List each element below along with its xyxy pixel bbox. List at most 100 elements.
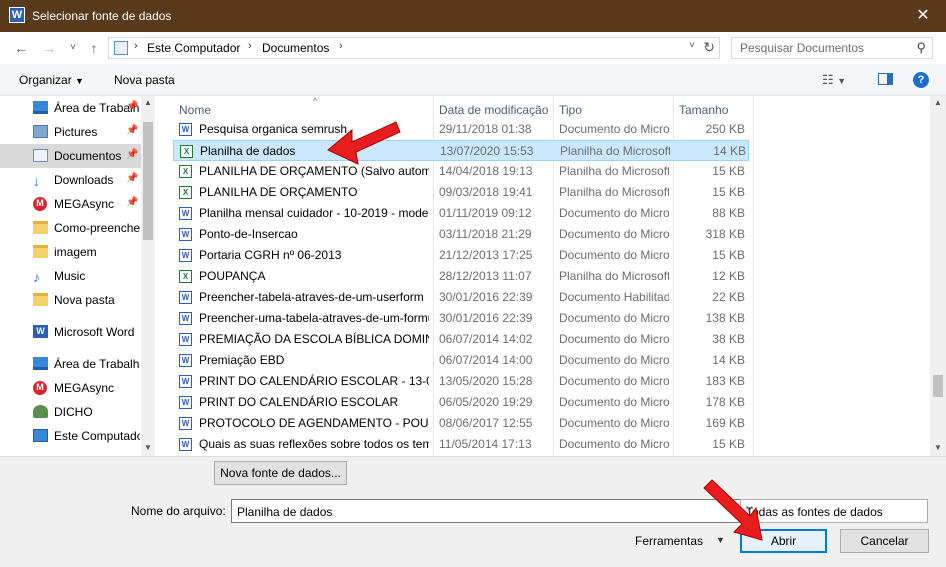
file-row[interactable]: XPLANILHA DE ORÇAMENTO (Salvo automatica…	[173, 161, 749, 182]
forward-icon[interactable]: →	[40, 39, 58, 57]
file-row[interactable]: X POUPANÇA 28/12/2013 11:07 Planilha do Mic…	[173, 266, 749, 287]
file-date: 29/11/2018 01:38	[439, 122, 532, 136]
filename-value: Planilha de dados	[237, 505, 333, 519]
preview-pane-icon[interactable]	[878, 73, 893, 85]
search-icon[interactable]: ⚲	[916, 40, 926, 56]
tools-button[interactable]: Ferramentas	[635, 534, 703, 548]
file-row[interactable]: X PLANILHA DE ORÇAMENTO 09/03/2018 19:41 Pl…	[173, 182, 749, 203]
file-type: Documento Habilitado para Macro	[559, 290, 669, 304]
file-size: 38 KB	[712, 332, 745, 346]
file-row[interactable]: W Quais as suas reflexões sobre todos os …	[173, 434, 749, 455]
breadcrumb-separator-icon[interactable]: ›	[339, 40, 343, 52]
pin-icon: 📌	[126, 149, 139, 160]
file-size: 15 KB	[712, 164, 745, 178]
recent-locations-icon[interactable]: ˅	[64, 39, 82, 57]
file-type: Documento do Microsoft Word	[559, 227, 669, 241]
excel-file-icon: X	[179, 165, 192, 178]
file-row[interactable]: W Ponto-de-Insercao 03/11/2018 21:29 Docume…	[173, 224, 749, 245]
file-date: 30/01/2016 22:39	[439, 290, 533, 304]
column-divider[interactable]	[753, 96, 754, 456]
file-row[interactable]: W Pesquisa organica semrush 29/11/2018 01:…	[173, 119, 749, 140]
address-dropdown-icon[interactable]: ˅	[689, 40, 695, 51]
file-row[interactable]: X Planilha de dados 13/07/2020 15:53 Planil…	[173, 140, 749, 161]
sidebar-item[interactable]: DICHO	[0, 400, 141, 424]
organize-button[interactable]: Organizar ▼	[19, 73, 84, 87]
sidebar-item[interactable]: ↓ Downloads 📌	[0, 168, 141, 192]
scrollbar-thumb[interactable]	[933, 375, 943, 397]
sidebar-item[interactable]: Área de Trabalho 📌	[0, 96, 141, 120]
file-row[interactable]: W Portaria CGRH nº 06-2013 21/12/2013 17:2…	[173, 245, 749, 266]
file-list-scrollbar[interactable]: ▲ ▼	[930, 96, 946, 456]
view-options-icon[interactable]: ☷ ▼	[822, 72, 846, 88]
sidebar-item[interactable]: Documentos 📌	[0, 144, 141, 168]
up-folder-icon[interactable]: ↑	[85, 39, 103, 57]
scroll-down-icon[interactable]: ▼	[144, 443, 152, 452]
file-name: PRINT DO CALENDÁRIO ESCOLAR	[199, 395, 399, 409]
file-row[interactable]: W PRINT DO CALENDÁRIO ESCOLAR 06/05/2020 1…	[173, 392, 749, 413]
chevron-down-icon: ▼	[75, 76, 84, 86]
scroll-down-icon[interactable]: ▼	[934, 443, 942, 452]
sidebar-item-label: Microsoft Word	[54, 325, 135, 339]
refresh-icon[interactable]: ↻	[703, 39, 715, 56]
file-type: Planilha do Microsoft Excel	[559, 185, 669, 199]
search-box[interactable]: Pesquisar Documentos ⚲	[731, 37, 933, 59]
window-title: Selecionar fonte de dados	[32, 9, 172, 23]
breadcrumb-este-computador[interactable]: Este Computador	[147, 41, 240, 55]
sidebar-item[interactable]: ♪ Music	[0, 264, 141, 288]
breadcrumb-documentos[interactable]: Documentos	[262, 41, 329, 55]
scroll-up-icon[interactable]: ▲	[144, 98, 152, 107]
navigation-pane-scrollbar[interactable]: ▲ ▼	[141, 96, 155, 456]
file-type: Documento do Microsoft Word	[559, 395, 669, 409]
file-size: 22 KB	[712, 290, 745, 304]
sidebar-item[interactable]: Nova pasta	[0, 288, 141, 312]
pin-icon: 📌	[126, 197, 139, 208]
file-row[interactable]: W Preencher-tabela-atraves-de-um-userform…	[173, 287, 749, 308]
file-date: 01/11/2019 09:12	[439, 206, 532, 220]
new-data-source-button[interactable]: Nova fonte de dados...	[214, 461, 347, 485]
sidebar-item[interactable]: W Microsoft Word	[0, 320, 141, 344]
sidebar-item[interactable]: M MEGAsync 📌	[0, 192, 141, 216]
scrollbar-thumb[interactable]	[143, 122, 153, 240]
pin-icon: 📌	[126, 101, 139, 112]
file-date: 03/11/2018 21:29	[439, 227, 532, 241]
search-input[interactable]: Pesquisar Documentos	[740, 41, 864, 55]
file-row[interactable]: W PROTOCOLO DE AGENDAMENTO - POUPANÇA 08/0…	[173, 413, 749, 434]
file-row[interactable]: W PRINT DO CALENDÁRIO ESCOLAR - 13-05-202…	[173, 371, 749, 392]
file-row[interactable]: W Premiação EBD 06/07/2014 14:00 Documento …	[173, 350, 749, 371]
filename-label: Nome do arquivo:	[131, 504, 226, 518]
sidebar-item[interactable]: Pictures 📌	[0, 120, 141, 144]
file-row[interactable]: W PREMIAÇÃO DA ESCOLA BÍBLICA DOMINICAL 06…	[173, 329, 749, 350]
file-size: 318 KB	[705, 227, 745, 241]
sidebar-item-label: Como-preencher	[54, 221, 140, 235]
sidebar-item-label: imagem	[54, 245, 97, 259]
breadcrumb-separator-icon[interactable]: ›	[248, 40, 252, 52]
sidebar-item[interactable]: M MEGAsync	[0, 376, 141, 400]
close-button[interactable]: ✕	[900, 0, 946, 32]
sidebar-item-label: Área de Trabalho	[54, 357, 140, 371]
sidebar-item[interactable]: imagem	[0, 240, 141, 264]
filename-field[interactable]: Planilha de dados	[231, 499, 745, 523]
breadcrumb-separator-icon[interactable]: ›	[134, 40, 138, 52]
sidebar-item[interactable]: Área de Trabalho	[0, 352, 141, 376]
file-size: 15 KB	[712, 185, 745, 199]
desktop-icon	[33, 357, 48, 370]
word-file-icon: W	[179, 417, 192, 430]
file-row[interactable]: W Planilha mensal cuidador - 10-2019 - mo…	[173, 203, 749, 224]
sidebar-item[interactable]: Como-preencher	[0, 216, 141, 240]
sidebar-item-label: MEGAsync	[54, 381, 115, 395]
sidebar-item-label: Este Computador	[54, 429, 140, 443]
excel-file-icon: X	[179, 186, 192, 199]
file-type: Planilha do Microsoft Excel	[559, 269, 669, 283]
address-bar[interactable]: › Este Computador › Documentos › ˅ ↻	[108, 37, 720, 59]
navigation-pane: Área de Trabalho 📌 Pictures 📌 Documentos 📌 ↓ Do…	[0, 96, 155, 456]
cancel-button[interactable]: Cancelar	[840, 529, 929, 553]
new-folder-button[interactable]: Nova pasta	[114, 73, 175, 87]
sidebar-item[interactable]: Este Computador	[0, 424, 141, 448]
scroll-up-icon[interactable]: ▲	[934, 98, 942, 107]
word-file-icon: W	[179, 207, 192, 220]
file-type: Planilha do Microsoft Excel	[559, 164, 669, 178]
help-icon[interactable]: ?	[913, 72, 929, 88]
back-icon[interactable]: ←	[12, 39, 30, 57]
word-file-icon: W	[179, 333, 192, 346]
file-row[interactable]: W Preencher-uma-tabela-atraves-de-um-form…	[173, 308, 749, 329]
